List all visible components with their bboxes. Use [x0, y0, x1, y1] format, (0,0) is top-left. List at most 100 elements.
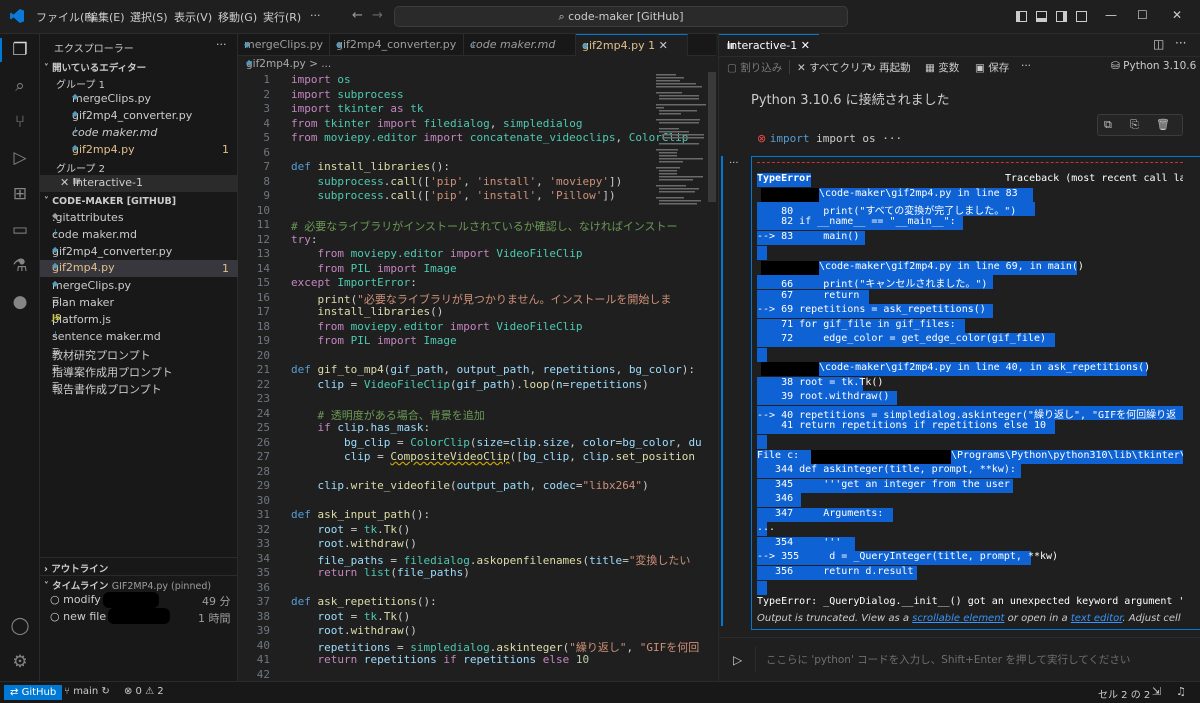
file-tree-item[interactable]: ↓ sentence maker.md	[52, 330, 161, 343]
menu-view[interactable]: 表示(V)	[174, 9, 212, 25]
file-tree-item[interactable]: ◆ mergeClips.py	[52, 279, 131, 292]
account-icon[interactable]: ◯	[8, 614, 32, 638]
feedback-icon[interactable]: ⇲	[1152, 685, 1161, 698]
variables-button[interactable]: ▦ 変数	[925, 60, 959, 75]
menu-run[interactable]: 実行(R)	[263, 9, 301, 25]
split-editor-icon[interactable]: ◫	[1153, 37, 1164, 51]
line-number: 35	[256, 566, 270, 579]
open-editor-item[interactable]: ◆ mergeClips.py	[72, 92, 151, 105]
text-editor-link[interactable]: text editor	[1071, 613, 1123, 624]
goto-code-icon[interactable]: ⎘	[1130, 118, 1139, 132]
open-editors-header[interactable]: ˅ 開いているエディター	[44, 60, 146, 74]
restart-button[interactable]: ↻ 再起動	[867, 60, 911, 75]
toggle-sidebar-icon[interactable]	[1016, 11, 1027, 22]
breadcrumb[interactable]: ◆ gif2mp4.py > ...	[246, 58, 331, 70]
file-label: gif2mp4_converter.py	[72, 109, 193, 122]
run-debug-icon[interactable]: ▷	[8, 146, 32, 170]
interrupt-button[interactable]: ▢ 割り込み	[727, 60, 782, 75]
tab-gif2mp4-converter[interactable]: ◆ gif2mp4_converter.py	[330, 34, 464, 56]
search-icon[interactable]: ⌕	[8, 74, 32, 98]
command-center[interactable]: ⌕ code-maker [GitHub]	[394, 6, 848, 27]
open-editor-item[interactable]: ◆ gif2mp4.py	[72, 143, 135, 156]
traceback-output[interactable]: TypeError Traceback (most recent call la…	[757, 158, 1183, 628]
copy-icon[interactable]: ⧉	[1104, 118, 1112, 132]
scrollbar[interactable]	[708, 72, 716, 202]
source-control-icon[interactable]: ⑂	[8, 110, 32, 134]
cell-input[interactable]: ⊗ import import os ···	[757, 132, 902, 145]
toggle-secondary-sidebar-icon[interactable]	[1056, 11, 1067, 22]
scrollable-element-link[interactable]: scrollable element	[912, 613, 1004, 624]
more-actions-icon[interactable]: ···	[1175, 36, 1186, 50]
line-number: 23	[256, 392, 270, 405]
settings-gear-icon[interactable]: ⚙	[8, 650, 32, 674]
file-tree-item-selected[interactable]: ◆ gif2mp4.py	[40, 260, 238, 277]
minimize-icon[interactable]: —	[1105, 8, 1117, 22]
close-window-icon[interactable]: ✕	[1172, 8, 1182, 22]
menu-selection[interactable]: 選択(S)	[130, 9, 168, 25]
explorer-more-icon[interactable]: ···	[216, 38, 227, 51]
tab-code-maker[interactable]: ↓ code maker.md	[464, 34, 576, 56]
branch-indicator[interactable]: ⑂ main ↻	[64, 686, 110, 697]
forward-arrow-icon[interactable]: →	[372, 8, 383, 23]
code-editor[interactable]: ◆ gif2mp4.py > ... 1 2 3 4 5 6 7 8 9 10 11 12 13 14 15…	[238, 56, 716, 681]
menu-go[interactable]: 移動(G)	[218, 9, 257, 25]
cell-indicator[interactable]: セル 2 の 2	[1098, 686, 1150, 701]
menu-more[interactable]: ···	[310, 9, 321, 22]
tab-mergeclips[interactable]: ◆ mergeClips.py	[238, 34, 330, 56]
extensions-icon[interactable]: ⊞	[8, 182, 32, 206]
remote-indicator[interactable]: ⇄ GitHub	[4, 685, 63, 700]
close-icon[interactable]: ✕	[801, 39, 810, 52]
workspace-header[interactable]: ˅ CODE-MAKER [GITHUB]	[44, 196, 176, 207]
save-button[interactable]: ▣ 保存	[975, 60, 1009, 75]
workspace-label: CODE-MAKER [GITHUB]	[52, 196, 177, 207]
maximize-icon[interactable]: ☐	[1137, 8, 1148, 22]
problems-indicator[interactable]: ⊗ 0 ⚠ 2	[124, 686, 164, 697]
file-tree-item[interactable]: ☰ 指導案作成用プロンプト	[52, 364, 173, 380]
file-label: 指導案作成用プロンプト	[52, 366, 173, 379]
file-tree-item[interactable]: JS platform.js	[52, 313, 111, 326]
delete-icon[interactable]: 🗑	[1156, 118, 1170, 131]
timeline-item[interactable]: ○ modify	[50, 593, 101, 606]
close-icon[interactable]: ✕	[60, 176, 69, 189]
cell-toolbar: ⧉ ⎘ 🗑	[1097, 114, 1183, 136]
files-icon[interactable]: ❐	[8, 38, 32, 62]
outline-header[interactable]: › アウトライン	[44, 561, 108, 575]
tab-interactive[interactable]: ▤ Interactive-1 ✕	[719, 34, 819, 56]
back-arrow-icon[interactable]: ←	[352, 8, 363, 23]
kernel-picker[interactable]: ⛁ Python 3.10.6	[1111, 60, 1196, 72]
timeline-item[interactable]: ○ new file	[50, 610, 106, 623]
timeline-header[interactable]: ˅ タイムライン GIF2MP4.py (pinned)	[44, 578, 211, 592]
file-tree-item[interactable]: ◆ gif2mp4_converter.py	[52, 245, 172, 258]
menu-edit[interactable]: 編集(E)	[87, 9, 125, 25]
clear-icon: ✕	[797, 62, 806, 74]
customize-layout-icon[interactable]	[1076, 11, 1087, 22]
file-tree-item[interactable]: ◆ .gitattributes	[52, 211, 124, 224]
python-file-icon: ◆	[52, 245, 59, 254]
variables-label: 変数	[938, 62, 960, 74]
file-tree-item[interactable]: ↓ code maker.md	[52, 228, 137, 241]
tab-gif2mp4[interactable]: ◆ gif2mp4.py 1 ✕	[576, 34, 688, 56]
repl-input[interactable]: ここらに 'python' コードを入力し、Shift+Enter を押して実行…	[755, 646, 1191, 672]
minimap[interactable]	[654, 72, 709, 212]
file-tree-item[interactable]: ☰ 報告書作成プロンプト	[52, 381, 162, 397]
markdown-file-icon: ↓	[52, 330, 59, 339]
file-tree-item[interactable]: ☰ plan maker	[52, 296, 114, 309]
sync-icon[interactable]: ↻	[101, 686, 109, 697]
output-ellipsis[interactable]: ···	[729, 158, 739, 169]
execute-icon[interactable]: ▷	[733, 653, 742, 667]
github-icon[interactable]: ●	[8, 290, 32, 314]
toolbar-more-button[interactable]: ···	[1021, 60, 1031, 72]
kernel-label: Python 3.10.6	[1123, 60, 1197, 72]
remote-explorer-icon[interactable]: ▭	[8, 218, 32, 242]
testing-icon[interactable]: ⚗	[8, 254, 32, 278]
notifications-bell-icon[interactable]: ♫	[1176, 685, 1186, 698]
save-icon: ▣	[975, 62, 985, 74]
python-file-icon: ◆	[52, 261, 59, 270]
clear-all-button[interactable]: ✕ すべてクリア	[797, 60, 871, 75]
toggle-panel-icon[interactable]	[1036, 11, 1047, 22]
open-editor-item[interactable]: ◆ gif2mp4_converter.py	[72, 109, 192, 122]
open-editor-item[interactable]: ↓ code maker.md	[72, 126, 157, 139]
open-editor-item[interactable]: ✕ ▤ Interactive-1	[40, 175, 238, 192]
close-icon[interactable]: ✕	[659, 39, 668, 52]
file-tree-item[interactable]: ☰ 教材研究プロンプト	[52, 347, 151, 363]
